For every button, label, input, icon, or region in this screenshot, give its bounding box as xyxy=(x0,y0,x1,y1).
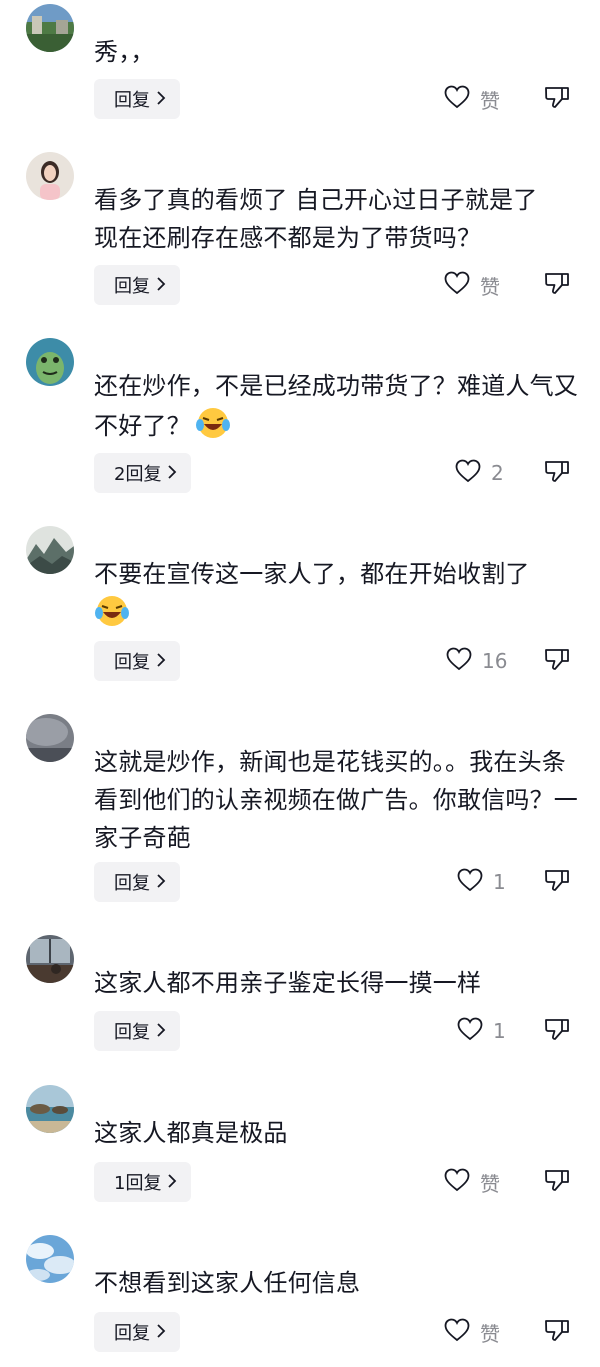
reply-button[interactable]: 回复 xyxy=(94,79,180,119)
avatar[interactable] xyxy=(26,935,74,983)
heart-icon xyxy=(444,85,470,113)
reply-label: 2回复 xyxy=(114,464,162,485)
dislike-button[interactable] xyxy=(543,641,571,681)
reply-button[interactable]: 回复 xyxy=(94,1312,180,1352)
like-button[interactable]: 16 xyxy=(446,641,507,681)
chevron-right-icon xyxy=(156,1021,166,1042)
laughing-crying-emoji-icon xyxy=(94,593,130,629)
chevron-right-icon xyxy=(156,872,166,893)
like-label: 赞 xyxy=(480,274,500,299)
avatar[interactable] xyxy=(26,1085,74,1133)
reply-label: 1回复 xyxy=(114,1173,162,1194)
like-label: 赞 xyxy=(480,1321,500,1346)
like-button[interactable]: 赞 xyxy=(444,79,500,119)
like-button[interactable]: 1 xyxy=(457,862,506,902)
like-button[interactable]: 赞 xyxy=(444,1312,500,1352)
comment-text: 这家人都不用亲子鉴定长得一摸一样 xyxy=(94,969,482,997)
like-count: 1 xyxy=(493,870,506,894)
comment-text: 不要在宣传这一家人了，都在开始收割了 xyxy=(94,555,584,633)
comment-text: 秀，， xyxy=(94,38,155,66)
comment-text-body: 还在炒作，不是已经成功带货了？难道人气又不好了？ xyxy=(94,372,578,440)
reply-label: 回复 xyxy=(114,1022,150,1043)
chevron-right-icon xyxy=(167,1172,177,1193)
dislike-button[interactable] xyxy=(543,862,571,902)
avatar[interactable] xyxy=(26,526,74,574)
dislike-button[interactable] xyxy=(543,1011,571,1051)
reply-button[interactable]: 回复 xyxy=(94,1011,180,1051)
reply-button[interactable]: 2回复 xyxy=(94,453,192,493)
chevron-right-icon xyxy=(156,275,166,296)
thumbs-down-icon xyxy=(544,1168,570,1196)
dislike-button[interactable] xyxy=(543,265,571,305)
heart-icon xyxy=(444,1318,470,1346)
reply-label: 回复 xyxy=(114,276,150,297)
reply-label: 回复 xyxy=(114,90,150,111)
thumbs-down-icon xyxy=(544,647,570,675)
dislike-button[interactable] xyxy=(543,1162,571,1202)
reply-button[interactable]: 回复 xyxy=(94,862,180,902)
comment-text: 不想看到这家人任何信息 xyxy=(94,1269,361,1297)
heart-icon xyxy=(455,459,481,487)
like-label: 赞 xyxy=(480,1171,500,1196)
reply-label: 回复 xyxy=(114,873,150,894)
thumbs-down-icon xyxy=(544,1017,570,1045)
heart-icon xyxy=(457,868,483,896)
like-count: 2 xyxy=(491,461,504,485)
comment-text: 这家人都真是极品 xyxy=(94,1119,288,1147)
chevron-right-icon xyxy=(167,463,177,484)
dislike-button[interactable] xyxy=(543,79,571,119)
dislike-button[interactable] xyxy=(543,1312,571,1352)
thumbs-down-icon xyxy=(544,85,570,113)
comment-text-body: 不要在宣传这一家人了，都在开始收割了 xyxy=(94,560,530,588)
comment-text: 看多了真的看烦了 自己开心过日子就是了 现在还刷存在感不都是为了带货吗？ xyxy=(94,186,538,252)
like-count: 16 xyxy=(482,649,508,673)
avatar[interactable] xyxy=(26,714,74,762)
reply-label: 回复 xyxy=(114,1323,150,1344)
avatar[interactable] xyxy=(26,338,74,386)
like-button[interactable]: 赞 xyxy=(444,265,500,305)
chevron-right-icon xyxy=(156,651,166,672)
heart-icon xyxy=(457,1017,483,1045)
laughing-crying-emoji-icon xyxy=(195,405,231,441)
thumbs-down-icon xyxy=(544,868,570,896)
like-count: 1 xyxy=(493,1019,506,1043)
heart-icon xyxy=(446,647,472,675)
chevron-right-icon xyxy=(156,1322,166,1343)
heart-icon xyxy=(444,271,470,299)
comment-text: 这就是炒作，新闻也是花钱买的。。我在头条看到他们的认亲视频在做广告。你敢信吗？一… xyxy=(94,748,578,852)
avatar[interactable] xyxy=(26,4,74,52)
heart-icon xyxy=(444,1168,470,1196)
thumbs-down-icon xyxy=(544,459,570,487)
reply-button[interactable]: 1回复 xyxy=(94,1162,192,1202)
reply-button[interactable]: 回复 xyxy=(94,265,180,305)
reply-button[interactable]: 回复 xyxy=(94,641,180,681)
comment-text: 还在炒作，不是已经成功带货了？难道人气又不好了？ xyxy=(94,367,579,445)
like-button[interactable]: 1 xyxy=(457,1011,506,1051)
avatar[interactable] xyxy=(26,1235,74,1283)
avatar[interactable] xyxy=(26,152,74,200)
thumbs-down-icon xyxy=(544,1318,570,1346)
chevron-right-icon xyxy=(156,89,166,110)
like-label: 赞 xyxy=(480,88,500,113)
reply-label: 回复 xyxy=(114,652,150,673)
dislike-button[interactable] xyxy=(543,453,571,493)
thumbs-down-icon xyxy=(544,271,570,299)
like-button[interactable]: 2 xyxy=(455,453,504,493)
like-button[interactable]: 赞 xyxy=(444,1162,500,1202)
